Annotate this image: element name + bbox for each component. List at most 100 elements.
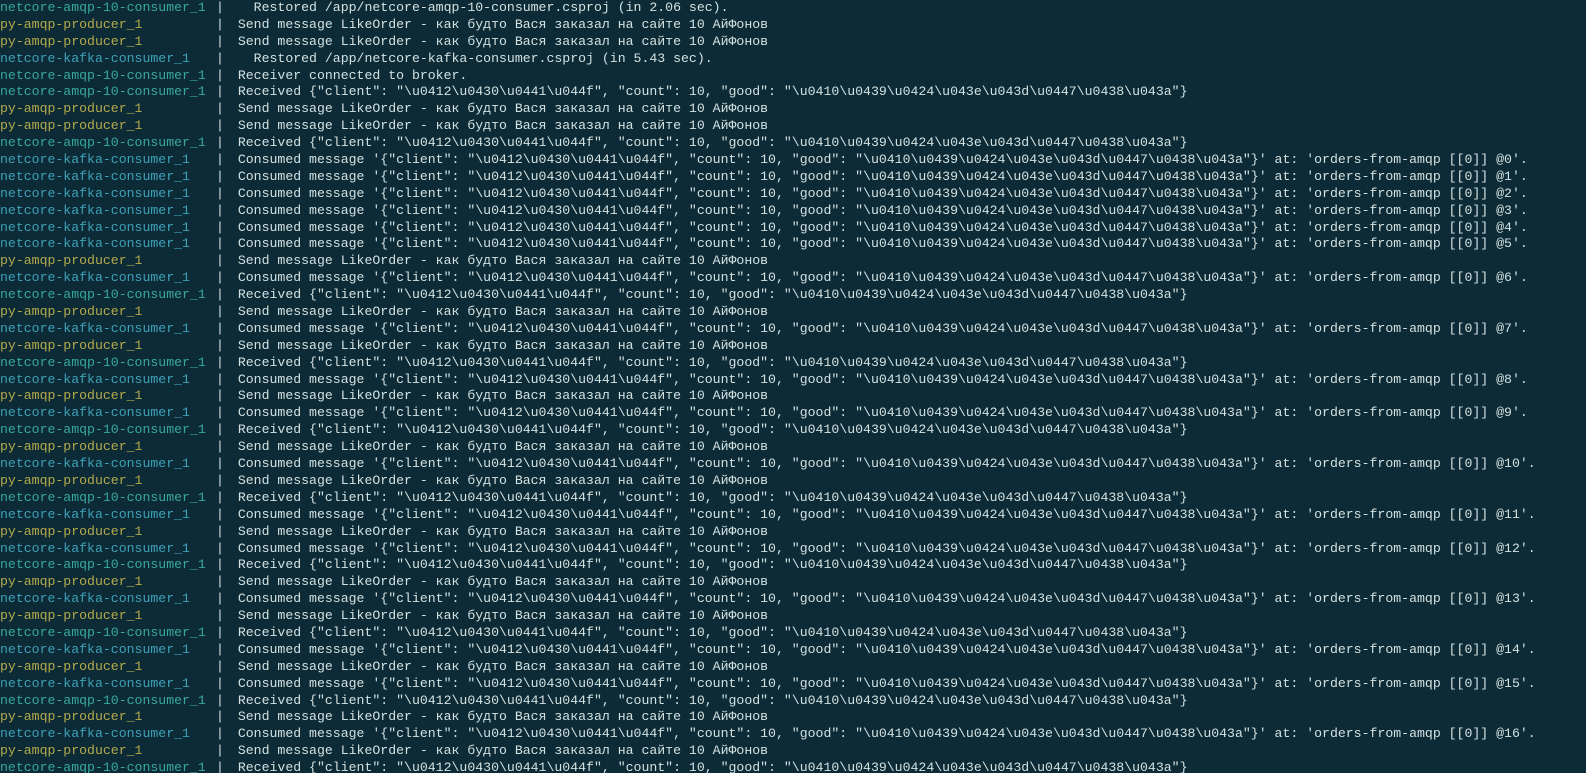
log-line: py-amqp-producer_1 | Send message LikeOr… [0,338,1586,355]
separator: | [210,270,230,287]
log-line: netcore-kafka-consumer_1 | Consumed mess… [0,321,1586,338]
separator: | [210,84,230,101]
container-name: netcore-kafka-consumer_1 [0,169,210,186]
log-line: py-amqp-producer_1 | Send message LikeOr… [0,388,1586,405]
log-message: Send message LikeOrder - как будто Вася … [230,439,768,456]
container-name: py-amqp-producer_1 [0,473,210,490]
log-line: py-amqp-producer_1 | Send message LikeOr… [0,574,1586,591]
separator: | [210,152,230,169]
log-line: py-amqp-producer_1 | Send message LikeOr… [0,608,1586,625]
container-name: py-amqp-producer_1 [0,709,210,726]
separator: | [210,507,230,524]
log-line: py-amqp-producer_1 | Send message LikeOr… [0,253,1586,270]
log-line: netcore-kafka-consumer_1 | Consumed mess… [0,270,1586,287]
container-name: py-amqp-producer_1 [0,304,210,321]
log-line: netcore-amqp-10-consumer_1 | Received {"… [0,422,1586,439]
log-message: Consumed message '{"client": "\u0412\u04… [230,676,1536,693]
log-line: py-amqp-producer_1 | Send message LikeOr… [0,101,1586,118]
separator: | [210,642,230,659]
container-name: netcore-kafka-consumer_1 [0,372,210,389]
log-message: Send message LikeOrder - как будто Вася … [230,338,768,355]
container-name: netcore-amqp-10-consumer_1 [0,355,210,372]
log-line: netcore-kafka-consumer_1 | Consumed mess… [0,405,1586,422]
container-name: netcore-amqp-10-consumer_1 [0,84,210,101]
container-name: netcore-kafka-consumer_1 [0,236,210,253]
log-message: Received {"client": "\u0412\u0430\u0441\… [230,287,1188,304]
log-line: netcore-amqp-10-consumer_1 | Received {"… [0,557,1586,574]
separator: | [210,591,230,608]
log-message: Consumed message '{"client": "\u0412\u04… [230,203,1528,220]
log-message: Consumed message '{"client": "\u0412\u04… [230,726,1536,743]
log-line: netcore-amqp-10-consumer_1 | Received {"… [0,693,1586,710]
container-name: netcore-amqp-10-consumer_1 [0,557,210,574]
container-name: py-amqp-producer_1 [0,253,210,270]
log-line: py-amqp-producer_1 | Send message LikeOr… [0,524,1586,541]
log-message: Send message LikeOrder - как будто Вася … [230,101,768,118]
container-name: netcore-kafka-consumer_1 [0,321,210,338]
log-line: netcore-amqp-10-consumer_1 | Received {"… [0,760,1586,773]
separator: | [210,236,230,253]
log-line: netcore-amqp-10-consumer_1 | Received {"… [0,625,1586,642]
container-name: netcore-amqp-10-consumer_1 [0,760,210,773]
log-message: Received {"client": "\u0412\u0430\u0441\… [230,355,1188,372]
container-name: netcore-kafka-consumer_1 [0,220,210,237]
log-message: Consumed message '{"client": "\u0412\u04… [230,169,1528,186]
log-line: netcore-kafka-consumer_1 | Consumed mess… [0,507,1586,524]
log-line: py-amqp-producer_1 | Send message LikeOr… [0,709,1586,726]
separator: | [210,473,230,490]
log-line: netcore-kafka-consumer_1 | Consumed mess… [0,456,1586,473]
log-line: netcore-amqp-10-consumer_1 | Received {"… [0,490,1586,507]
log-line: netcore-amqp-10-consumer_1 | Receiver co… [0,68,1586,85]
container-name: py-amqp-producer_1 [0,388,210,405]
container-name: netcore-kafka-consumer_1 [0,507,210,524]
separator: | [210,338,230,355]
log-message: Send message LikeOrder - как будто Вася … [230,17,768,34]
log-message: Received {"client": "\u0412\u0430\u0441\… [230,490,1188,507]
separator: | [210,253,230,270]
log-line: netcore-kafka-consumer_1 | Consumed mess… [0,642,1586,659]
log-line: py-amqp-producer_1 | Send message LikeOr… [0,473,1586,490]
separator: | [210,709,230,726]
separator: | [210,490,230,507]
log-line: netcore-kafka-consumer_1 | Consumed mess… [0,220,1586,237]
log-message: Consumed message '{"client": "\u0412\u04… [230,405,1528,422]
log-message: Send message LikeOrder - как будто Вася … [230,743,768,760]
log-message: Send message LikeOrder - как будто Вася … [230,118,768,135]
separator: | [210,541,230,558]
log-message: Received {"client": "\u0412\u0430\u0441\… [230,760,1188,773]
log-line: py-amqp-producer_1 | Send message LikeOr… [0,34,1586,51]
log-message: Send message LikeOrder - как будто Вася … [230,524,768,541]
log-message: Consumed message '{"client": "\u0412\u04… [230,270,1528,287]
log-message: Send message LikeOrder - как будто Вася … [230,304,768,321]
log-line: netcore-amqp-10-consumer_1 | Received {"… [0,135,1586,152]
separator: | [210,68,230,85]
separator: | [210,169,230,186]
separator: | [210,118,230,135]
container-name: py-amqp-producer_1 [0,17,210,34]
log-line: netcore-kafka-consumer_1 | Consumed mess… [0,186,1586,203]
separator: | [210,388,230,405]
log-message: Consumed message '{"client": "\u0412\u04… [230,321,1528,338]
container-name: py-amqp-producer_1 [0,524,210,541]
container-name: netcore-amqp-10-consumer_1 [0,693,210,710]
container-name: netcore-kafka-consumer_1 [0,642,210,659]
separator: | [210,304,230,321]
log-line: netcore-kafka-consumer_1 | Consumed mess… [0,676,1586,693]
log-message: Receiver connected to broker. [230,68,467,85]
container-name: py-amqp-producer_1 [0,439,210,456]
separator: | [210,456,230,473]
container-name: py-amqp-producer_1 [0,338,210,355]
log-line: netcore-kafka-consumer_1 | Restored /app… [0,51,1586,68]
container-name: netcore-amqp-10-consumer_1 [0,135,210,152]
log-line: py-amqp-producer_1 | Send message LikeOr… [0,743,1586,760]
log-message: Consumed message '{"client": "\u0412\u04… [230,456,1536,473]
separator: | [210,676,230,693]
log-message: Send message LikeOrder - как будто Вася … [230,253,768,270]
log-message: Send message LikeOrder - как будто Вася … [230,574,768,591]
container-name: py-amqp-producer_1 [0,101,210,118]
container-name: netcore-kafka-consumer_1 [0,676,210,693]
log-line: py-amqp-producer_1 | Send message LikeOr… [0,17,1586,34]
separator: | [210,743,230,760]
log-line: netcore-kafka-consumer_1 | Consumed mess… [0,372,1586,389]
log-message: Consumed message '{"client": "\u0412\u04… [230,507,1536,524]
